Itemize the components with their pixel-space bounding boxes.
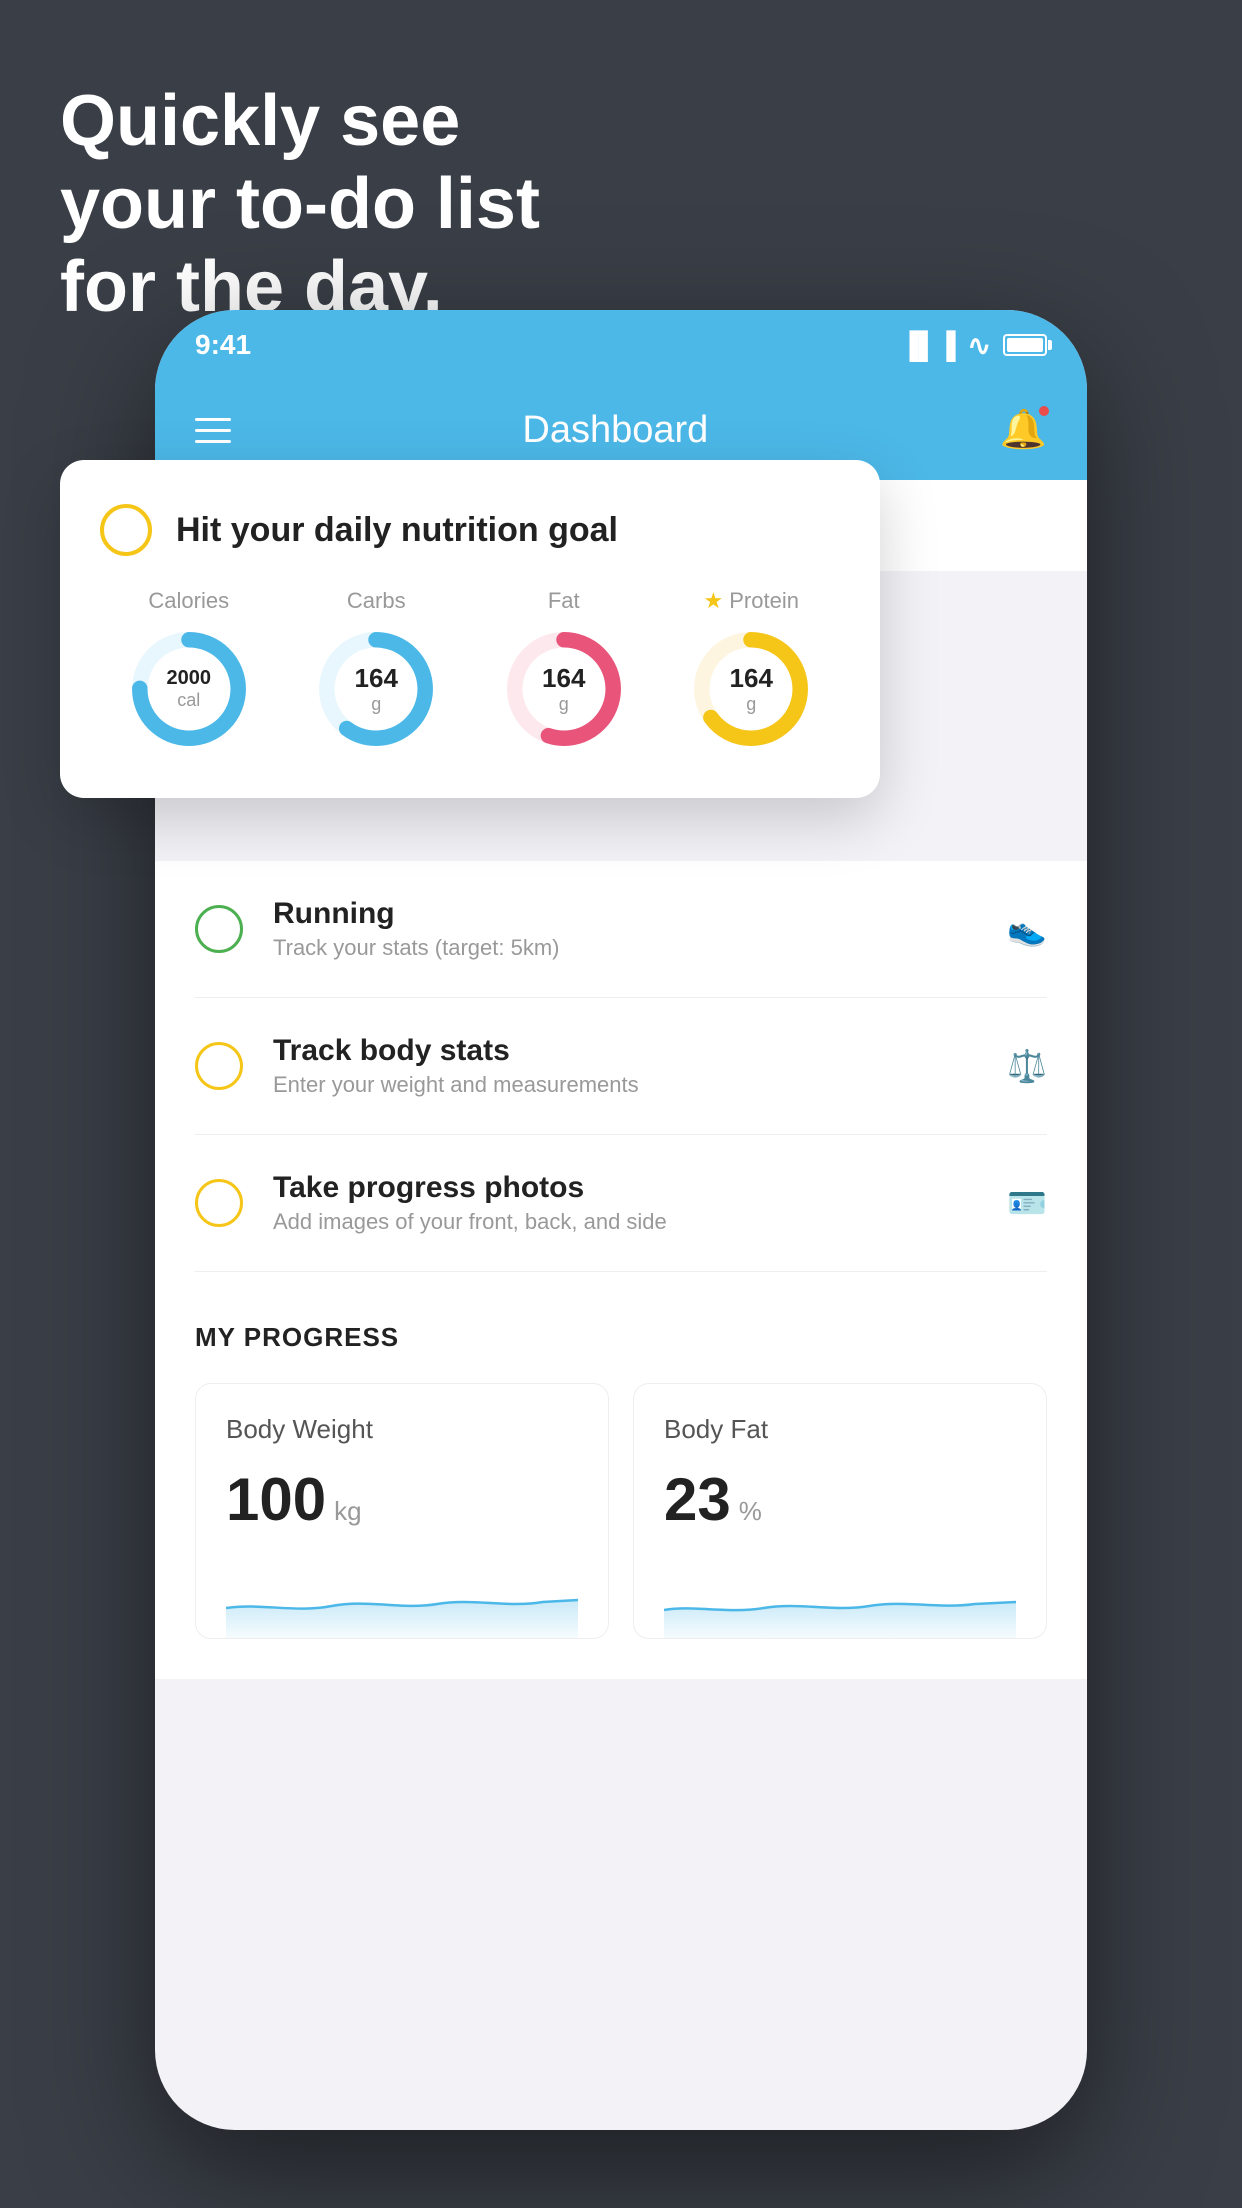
nutrition-row: Calories 2000 cal Carbs (100, 588, 840, 754)
nutrition-carbs: Carbs 164 g (311, 588, 441, 754)
fat-value: 164 (542, 663, 585, 694)
body-fat-card[interactable]: Body Fat 23 % (633, 1383, 1047, 1639)
calories-unit: cal (177, 690, 200, 710)
todo-circle-photos (195, 1179, 243, 1227)
fat-unit: g (559, 694, 569, 714)
progress-section: MY PROGRESS Body Weight 100 kg (155, 1272, 1087, 1679)
battery-icon (1003, 334, 1047, 356)
wifi-icon: ∿ (968, 329, 991, 362)
todo-item-photos[interactable]: Take progress photos Add images of your … (195, 1135, 1047, 1272)
todo-desc-running: Track your stats (target: 5km) (273, 935, 977, 961)
headline: Quickly see your to-do list for the day. (60, 80, 540, 328)
progress-title: MY PROGRESS (195, 1322, 1047, 1353)
todo-item-stats[interactable]: Track body stats Enter your weight and m… (195, 998, 1047, 1135)
hamburger-menu[interactable] (195, 418, 231, 443)
card-check-circle[interactable] (100, 504, 152, 556)
nutrition-calories: Calories 2000 cal (124, 588, 254, 754)
body-weight-title: Body Weight (226, 1414, 578, 1445)
bell-button[interactable]: 🔔 (1000, 408, 1047, 452)
running-icon: 👟 (1007, 910, 1047, 948)
carbs-unit: g (371, 694, 381, 714)
body-fat-value: 23 (664, 1465, 731, 1534)
carbs-value: 164 (355, 663, 398, 694)
body-fat-value-row: 23 % (664, 1465, 1016, 1534)
todo-name-photos: Take progress photos (273, 1171, 977, 1205)
body-fat-title: Body Fat (664, 1414, 1016, 1445)
todo-text-photos: Take progress photos Add images of your … (273, 1171, 977, 1235)
notification-dot (1037, 404, 1051, 418)
calories-value: 2000 (167, 667, 212, 690)
body-weight-chart (226, 1558, 578, 1638)
todo-text-running: Running Track your stats (target: 5km) (273, 897, 977, 961)
protein-value: 164 (730, 663, 773, 694)
body-fat-unit: % (739, 1496, 762, 1527)
body-weight-unit: kg (334, 1496, 361, 1527)
fat-donut: 164 g (499, 624, 629, 754)
todo-name-stats: Track body stats (273, 1034, 977, 1068)
nutrition-protein: ★ Protein 164 g (686, 588, 816, 754)
photo-icon: 🪪 (1007, 1184, 1047, 1222)
calories-label: Calories (148, 588, 229, 614)
protein-unit: g (746, 694, 756, 714)
nutrition-fat: Fat 164 g (499, 588, 629, 754)
todo-item-running[interactable]: Running Track your stats (target: 5km) 👟 (195, 861, 1047, 998)
todo-circle-stats (195, 1042, 243, 1090)
status-bar: 9:41 ▐▌▐ ∿ (155, 310, 1087, 380)
todo-desc-stats: Enter your weight and measurements (273, 1072, 977, 1098)
card-title: Hit your daily nutrition goal (176, 511, 618, 550)
protein-donut: 164 g (686, 624, 816, 754)
header-title: Dashboard (522, 409, 708, 452)
todo-text-stats: Track body stats Enter your weight and m… (273, 1034, 977, 1098)
todo-circle-running (195, 905, 243, 953)
star-icon: ★ (704, 588, 724, 614)
body-fat-chart (664, 1558, 1016, 1638)
body-weight-card[interactable]: Body Weight 100 kg (195, 1383, 609, 1639)
calories-donut: 2000 cal (124, 624, 254, 754)
status-time: 9:41 (195, 329, 251, 361)
body-weight-value: 100 (226, 1465, 326, 1534)
body-weight-value-row: 100 kg (226, 1465, 578, 1534)
carbs-label: Carbs (347, 588, 406, 614)
floating-card: Hit your daily nutrition goal Calories 2… (60, 460, 880, 798)
carbs-donut: 164 g (311, 624, 441, 754)
protein-label: ★ Protein (704, 588, 799, 614)
scale-icon: ⚖️ (1007, 1047, 1047, 1085)
status-icons: ▐▌▐ ∿ (900, 329, 1047, 362)
todo-desc-photos: Add images of your front, back, and side (273, 1209, 977, 1235)
fat-label: Fat (548, 588, 580, 614)
progress-cards: Body Weight 100 kg (195, 1383, 1047, 1639)
todo-name-running: Running (273, 897, 977, 931)
signal-icon: ▐▌▐ (900, 330, 955, 361)
todo-list: Running Track your stats (target: 5km) 👟… (155, 861, 1087, 1272)
